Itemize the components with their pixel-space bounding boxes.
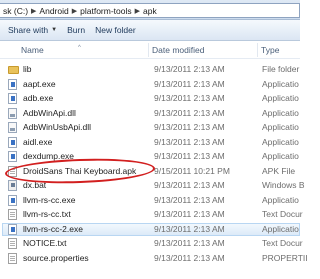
sort-ascending-icon: ^ bbox=[78, 45, 81, 51]
document-icon bbox=[8, 252, 17, 264]
file-row[interactable]: llvm-rs-cc.exe 9/13/2011 2:13 AM Applicati… bbox=[0, 194, 300, 207]
column-divider[interactable] bbox=[257, 43, 258, 57]
share-with-label: Share with bbox=[8, 25, 49, 35]
file-date-modified: 9/15/2011 10:21 PM bbox=[154, 165, 230, 176]
file-name[interactable]: AdbWinUsbApi.dll bbox=[23, 122, 91, 132]
file-row[interactable]: dx.bat 9/13/2011 2:13 AM Windows B bbox=[0, 179, 305, 192]
path-segment-android[interactable]: Android bbox=[37, 6, 70, 16]
file-name[interactable]: source.properties bbox=[23, 253, 89, 263]
chevron-right-icon[interactable]: ▶ bbox=[134, 7, 141, 15]
file-name[interactable]: aidl.exe bbox=[23, 137, 52, 147]
file-type: Windows B bbox=[262, 180, 305, 190]
file-row[interactable]: llvm-rs-cc.txt 9/13/2011 2:13 AM Text Docu… bbox=[0, 208, 303, 221]
file-row[interactable]: aapt.exe 9/13/2011 2:13 AM Applicatio bbox=[0, 78, 300, 91]
file-row[interactable]: DroidSans Thai Keyboard.apk 9/15/2011 10:… bbox=[0, 165, 300, 178]
document-icon bbox=[8, 238, 17, 249]
file-type: PROPERTII bbox=[262, 252, 308, 263]
file-type: Text Docur bbox=[262, 238, 303, 248]
file-row[interactable]: aidl.exe 9/13/2011 2:13 AM Applicatio bbox=[0, 136, 300, 149]
file-name[interactable]: lib bbox=[23, 64, 32, 74]
file-date-modified: 9/13/2011 2:13 AM bbox=[154, 64, 225, 74]
file-type: Applicatio bbox=[262, 151, 299, 161]
file-type: Applicatio bbox=[262, 107, 299, 118]
file-date-modified: 9/13/2011 2:13 AM bbox=[154, 238, 225, 248]
chevron-down-icon: ▼ bbox=[51, 27, 58, 33]
exe-icon bbox=[8, 151, 17, 162]
exe-icon bbox=[8, 194, 17, 206]
file-date-modified: 9/13/2011 2:13 AM bbox=[154, 78, 225, 89]
file-type: Applicatio bbox=[262, 223, 299, 234]
file-date-modified: 9/13/2011 2:13 AM bbox=[154, 107, 225, 118]
file-date-modified: 9/13/2011 2:13 AM bbox=[154, 122, 225, 132]
path-segment-drive[interactable]: sk (C:) bbox=[1, 6, 30, 16]
file-row[interactable]: NOTICE.txt 9/13/2011 2:13 AM Text Docur bbox=[0, 237, 303, 250]
file-name[interactable]: NOTICE.txt bbox=[23, 238, 66, 248]
file-date-modified: 9/13/2011 2:13 AM bbox=[154, 194, 225, 205]
column-divider[interactable] bbox=[148, 43, 149, 57]
file-row[interactable]: dexdump.exe 9/13/2011 2:13 AM Applicatio bbox=[0, 150, 300, 163]
file-type: Applicatio bbox=[262, 136, 299, 147]
burn-label: Burn bbox=[67, 25, 86, 35]
file-name[interactable]: llvm-rs-cc-2.exe bbox=[23, 224, 83, 234]
file-type: Applicatio bbox=[262, 194, 299, 205]
file-name[interactable]: dx.bat bbox=[23, 180, 46, 190]
exe-icon bbox=[8, 223, 17, 235]
file-type: Text Docur bbox=[262, 209, 303, 219]
dll-icon bbox=[8, 122, 17, 133]
file-row[interactable]: lib 9/13/2011 2:13 AM File folder bbox=[0, 63, 300, 76]
file-date-modified: 9/13/2011 2:13 AM bbox=[154, 252, 225, 263]
new-folder-button[interactable]: New folder bbox=[90, 20, 141, 40]
address-path[interactable]: sk (C:) ▶ Android ▶ platform-tools ▶ apk bbox=[0, 3, 300, 18]
burn-button[interactable]: Burn bbox=[62, 20, 90, 40]
file-row[interactable]: llvm-rs-cc-2.exe 9/13/2011 2:13 AM Applica… bbox=[0, 222, 300, 236]
file-type: Applicatio bbox=[262, 122, 299, 132]
file-date-modified: 9/13/2011 2:13 AM bbox=[154, 151, 225, 161]
batch-icon bbox=[8, 180, 17, 191]
file-name[interactable]: dexdump.exe bbox=[23, 151, 74, 161]
file-date-modified: 9/13/2011 2:13 AM bbox=[154, 93, 225, 103]
file-name[interactable]: AdbWinApi.dll bbox=[23, 108, 76, 118]
path-segment-apk[interactable]: apk bbox=[141, 6, 159, 16]
address-bar: sk (C:) ▶ Android ▶ platform-tools ▶ apk bbox=[0, 0, 300, 20]
column-header: ^ Name Date modified Type bbox=[0, 41, 300, 59]
chevron-right-icon[interactable]: ▶ bbox=[30, 7, 37, 15]
column-type[interactable]: Type bbox=[261, 45, 279, 55]
file-name[interactable]: llvm-rs-cc.exe bbox=[23, 195, 75, 205]
folder-icon bbox=[8, 66, 19, 74]
dll-icon bbox=[8, 107, 17, 119]
file-date-modified: 9/13/2011 2:13 AM bbox=[154, 180, 225, 190]
file-row[interactable]: AdbWinUsbApi.dll 9/13/2011 2:13 AM Applica… bbox=[0, 121, 300, 134]
file-type: Applicatio bbox=[262, 93, 299, 103]
exe-icon bbox=[8, 136, 17, 148]
new-folder-label: New folder bbox=[95, 25, 136, 35]
file-type: File folder bbox=[262, 64, 300, 74]
file-date-modified: 9/13/2011 2:13 AM bbox=[154, 209, 225, 219]
column-date-modified[interactable]: Date modified bbox=[152, 45, 204, 55]
file-type: Applicatio bbox=[262, 78, 299, 89]
file-type: APK File bbox=[262, 165, 296, 176]
file-date-modified: 9/13/2011 2:13 AM bbox=[154, 223, 225, 234]
command-bar: Share with ▼ Burn New folder bbox=[0, 20, 300, 41]
file-name[interactable]: adb.exe bbox=[23, 93, 53, 103]
chevron-right-icon[interactable]: ▶ bbox=[71, 7, 78, 15]
file-date-modified: 9/13/2011 2:13 AM bbox=[154, 136, 225, 147]
file-row[interactable]: adb.exe 9/13/2011 2:13 AM Applicatio bbox=[0, 92, 300, 105]
file-name[interactable]: DroidSans Thai Keyboard.apk bbox=[23, 166, 136, 176]
exe-icon bbox=[8, 93, 17, 104]
exe-icon bbox=[8, 78, 17, 90]
share-with-button[interactable]: Share with ▼ bbox=[0, 20, 62, 40]
document-icon bbox=[8, 165, 17, 177]
document-icon bbox=[8, 209, 17, 220]
file-name[interactable]: aapt.exe bbox=[23, 79, 56, 89]
file-row[interactable]: AdbWinApi.dll 9/13/2011 2:13 AM Applicatio bbox=[0, 107, 300, 120]
path-segment-platform-tools[interactable]: platform-tools bbox=[78, 6, 134, 16]
column-name[interactable]: Name bbox=[21, 45, 44, 55]
file-row[interactable]: source.properties 9/13/2011 2:13 AM PROPER… bbox=[0, 252, 308, 265]
file-name[interactable]: llvm-rs-cc.txt bbox=[23, 209, 71, 219]
